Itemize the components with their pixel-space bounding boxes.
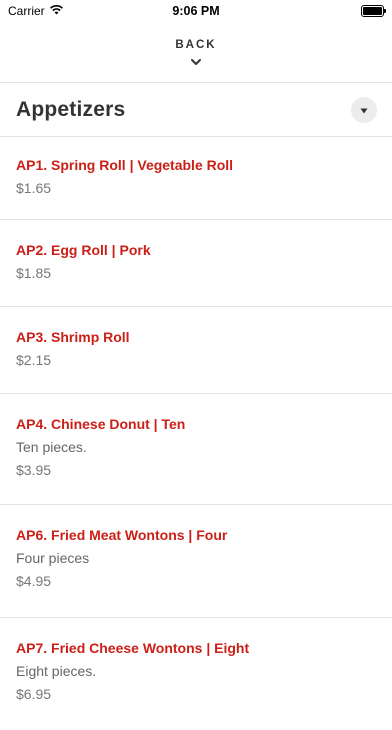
status-time: 9:06 PM <box>172 4 220 18</box>
menu-item-list: AP1. Spring Roll | Vegetable Roll $1.65 … <box>0 137 392 730</box>
menu-item[interactable]: AP7. Fried Cheese Wontons | Eight Eight … <box>0 618 392 730</box>
item-price: $6.95 <box>16 686 52 702</box>
section-title: Appetizers <box>16 97 126 121</box>
item-name: AP7. Fried Cheese Wontons | Eight <box>16 640 250 656</box>
item-price: $1.65 <box>16 180 52 196</box>
item-description: Four pieces <box>16 550 90 566</box>
item-name: AP4. Chinese Donut | Ten <box>16 416 186 432</box>
triangle-down-icon <box>360 101 368 119</box>
menu-item[interactable]: AP2. Egg Roll | Pork $1.85 <box>0 220 392 307</box>
item-description: Eight pieces. <box>16 663 97 679</box>
menu-item[interactable]: AP6. Fried Meat Wontons | Four Four piec… <box>0 505 392 618</box>
chevron-down-icon <box>190 53 202 71</box>
item-name: AP2. Egg Roll | Pork <box>16 242 151 258</box>
item-name: AP1. Spring Roll | Vegetable Roll <box>16 157 234 173</box>
item-price: $3.95 <box>16 462 52 478</box>
menu-item[interactable]: AP4. Chinese Donut | Ten Ten pieces. $3.… <box>0 394 392 505</box>
item-name: AP3. Shrimp Roll <box>16 329 130 345</box>
section-collapse-button[interactable] <box>351 96 377 123</box>
item-description: Ten pieces. <box>16 439 87 455</box>
menu-item[interactable]: AP1. Spring Roll | Vegetable Roll $1.65 <box>0 137 392 220</box>
item-price: $1.85 <box>16 265 52 281</box>
back-label: BACK <box>175 39 217 51</box>
item-price: $2.15 <box>16 352 52 368</box>
item-name: AP6. Fried Meat Wontons | Four <box>16 527 228 543</box>
back-button[interactable]: BACK <box>0 22 392 83</box>
battery-icon <box>361 5 386 17</box>
menu-item[interactable]: AP3. Shrimp Roll $2.15 <box>0 307 392 394</box>
status-bar: Carrier 9:06 PM <box>0 0 392 22</box>
section-header: Appetizers <box>0 83 392 137</box>
item-price: $4.95 <box>16 573 52 589</box>
